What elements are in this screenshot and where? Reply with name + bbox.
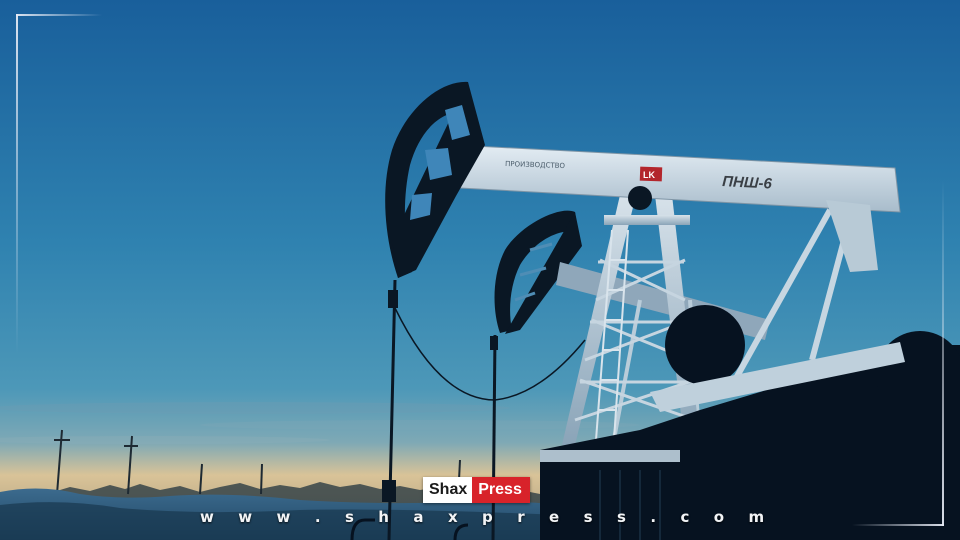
frame-top-left-line (16, 14, 102, 16)
shaxpress-logo: Shax Press (423, 477, 530, 503)
frame-right-line (942, 180, 944, 526)
oil-field-photo: ПРОИЗВОДСТВО LK ПНШ-6 (0, 0, 960, 540)
frame-left-line (16, 14, 18, 354)
logo-part-shax: Shax (423, 477, 473, 503)
logo-part-press: Press (472, 477, 530, 503)
pumpjack-model-label: ПНШ-6 (722, 173, 773, 193)
website-url: w w w . s h a x p r e s s . c o m (200, 508, 774, 526)
svg-text:LK: LK (643, 170, 655, 180)
photo-scene: ПРОИЗВОДСТВО LK ПНШ-6 Shax Press w w w .… (0, 0, 960, 540)
frame-bottom-right-line (852, 524, 944, 526)
